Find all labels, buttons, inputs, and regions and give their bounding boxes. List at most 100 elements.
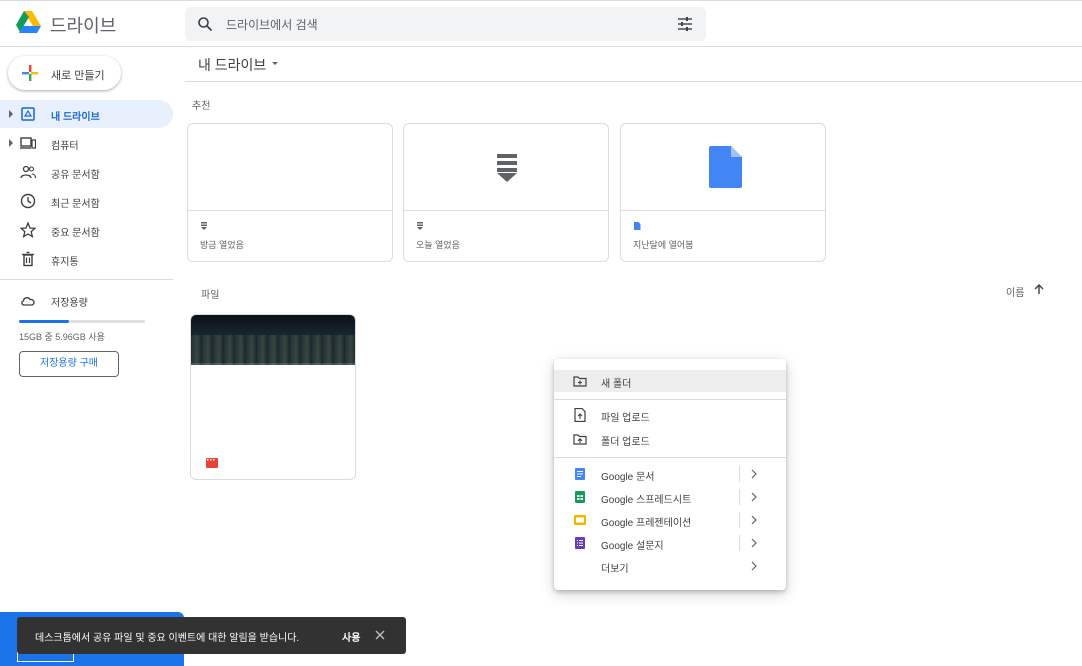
sidebar-divider — [0, 279, 173, 280]
folder-upload-icon — [573, 434, 587, 445]
plus-icon — [22, 65, 38, 81]
clock-icon — [20, 193, 36, 209]
card-thumbnail — [404, 124, 608, 211]
chevron-right-icon[interactable] — [750, 469, 758, 479]
sidebar-item-shared[interactable]: 공유 문서함 — [0, 158, 173, 186]
card-subtitle: 방금 열었음 — [200, 240, 244, 250]
storage-meter — [19, 320, 145, 323]
video-frame-detail — [191, 335, 355, 365]
close-icon[interactable] — [374, 629, 386, 641]
caret-down-icon[interactable] — [272, 62, 278, 65]
sidebar-item-label: 중요 문서함 — [51, 228, 100, 239]
menu-separator — [739, 489, 740, 505]
expand-arrow-icon[interactable] — [9, 110, 13, 118]
drive-logo-icon[interactable] — [16, 10, 42, 36]
toast-enable-button[interactable]: 사용 — [342, 629, 360, 644]
menu-item-label: Google 스프레드시트 — [601, 495, 692, 506]
sheets-icon — [575, 491, 585, 503]
file-upload-icon — [574, 408, 586, 422]
sidebar-item-computers[interactable]: 컴퓨터 — [0, 129, 173, 157]
menu-item-more[interactable]: 더보기 — [554, 555, 786, 577]
suggested-card[interactable]: 지난달에 열어봄 — [620, 123, 826, 262]
video-file-icon — [206, 458, 218, 468]
menu-item-label: Google 설문지 — [601, 541, 664, 552]
card-thumbnail — [188, 124, 392, 211]
chevron-right-icon[interactable] — [750, 515, 758, 525]
archive-download-icon — [497, 154, 517, 182]
suggested-card[interactable]: 오늘 열었음 — [403, 123, 609, 262]
menu-item-label: 파일 업로드 — [601, 413, 650, 424]
buy-storage-button[interactable]: 저장용량 구매 — [19, 351, 119, 377]
file-type-icon — [201, 222, 207, 230]
trash-icon — [22, 251, 34, 267]
new-folder-icon — [573, 376, 587, 387]
menu-item-label: 더보기 — [601, 564, 629, 575]
menu-item-new-folder[interactable]: 새 폴더 — [554, 370, 786, 392]
expand-arrow-icon[interactable] — [9, 139, 13, 147]
menu-separator — [739, 466, 740, 482]
sidebar-item-label: 최근 문서함 — [51, 199, 100, 210]
menu-item-label: 폴더 업로드 — [601, 437, 650, 448]
search-input[interactable]: 드라이브에서 검색 — [226, 16, 318, 33]
sidebar-item-label: 내 드라이브 — [51, 112, 100, 123]
sidebar-item-recent[interactable]: 최근 문서함 — [0, 187, 173, 215]
tune-icon[interactable] — [677, 16, 693, 32]
top-bar: 드라이브 드라이브에서 검색 — [0, 0, 1082, 47]
docs-icon — [575, 468, 585, 480]
sidebar-item-label: 컴퓨터 — [51, 141, 79, 152]
star-icon — [20, 222, 36, 238]
sidebar-item-starred[interactable]: 중요 문서함 — [0, 216, 173, 244]
arrow-up-icon[interactable] — [1033, 283, 1045, 295]
menu-item-google-docs[interactable]: Google 문서 — [554, 463, 786, 485]
menu-divider — [554, 399, 786, 400]
card-subtitle: 지난달에 열어봄 — [633, 240, 694, 250]
file-type-icon — [417, 222, 423, 230]
suggested-card[interactable]: 방금 열었음 — [187, 123, 393, 262]
menu-item-google-slides[interactable]: Google 프레젠테이션 — [554, 509, 786, 531]
file-thumbnail — [191, 315, 355, 445]
storage-label[interactable]: 저장용량 — [51, 294, 88, 309]
files-heading: 파일 — [201, 290, 220, 301]
chevron-right-icon[interactable] — [750, 538, 758, 548]
my-drive-icon — [21, 107, 35, 121]
chevron-right-icon[interactable] — [750, 561, 758, 571]
document-icon — [709, 146, 742, 188]
menu-separator — [739, 512, 740, 528]
new-button-label: 새로 만들기 — [51, 70, 105, 82]
app-title[interactable]: 드라이브 — [50, 12, 116, 38]
chevron-right-icon[interactable] — [750, 492, 758, 502]
card-subtitle: 오늘 열었음 — [416, 240, 460, 250]
new-button[interactable]: 새로 만들기 — [8, 56, 121, 90]
new-item-context-menu: 새 폴더 파일 업로드 폴더 업로드 Google 문서 Google 스프레드… — [554, 359, 786, 590]
sidebar-item-trash[interactable]: 휴지통 — [0, 245, 173, 273]
sidebar-item-label: 휴지통 — [51, 257, 79, 268]
search-icon[interactable] — [197, 16, 213, 32]
document-small-icon — [634, 222, 641, 230]
menu-item-label: Google 문서 — [601, 472, 655, 483]
menu-separator — [739, 535, 740, 551]
menu-item-file-upload[interactable]: 파일 업로드 — [554, 404, 786, 426]
page-title[interactable]: 내 드라이브 — [198, 55, 266, 75]
computer-icon — [20, 137, 36, 149]
sidebar-item-label: 공유 문서함 — [51, 170, 100, 181]
toast-message: 데스크톱에서 공유 파일 및 중요 이벤트에 대한 알림을 받습니다. — [35, 633, 300, 644]
menu-item-google-sheets[interactable]: Google 스프레드시트 — [554, 486, 786, 508]
people-icon — [20, 165, 36, 179]
suggested-heading: 추천 — [192, 101, 211, 112]
storage-usage-text: 15GB 중 5.96GB 사용 — [19, 332, 105, 342]
menu-item-folder-upload[interactable]: 폴더 업로드 — [554, 428, 786, 450]
notification-toast: 데스크톱에서 공유 파일 및 중요 이벤트에 대한 알림을 받습니다. 사용 — [17, 617, 406, 654]
search-bar[interactable]: 드라이브에서 검색 — [185, 7, 706, 41]
menu-item-google-forms[interactable]: Google 설문지 — [554, 532, 786, 554]
slides-icon — [574, 515, 586, 525]
forms-icon — [575, 537, 585, 549]
menu-item-label: 새 폴더 — [601, 379, 632, 390]
menu-divider — [554, 457, 786, 458]
storage-meter-fill — [19, 320, 70, 323]
file-card[interactable] — [190, 314, 356, 480]
menu-item-label: Google 프레젠테이션 — [601, 518, 692, 529]
card-thumbnail — [621, 124, 825, 211]
sidebar-item-my-drive[interactable]: 내 드라이브 — [0, 100, 173, 128]
main-divider — [185, 81, 1082, 82]
sort-by-name[interactable]: 이름 — [1006, 284, 1024, 299]
